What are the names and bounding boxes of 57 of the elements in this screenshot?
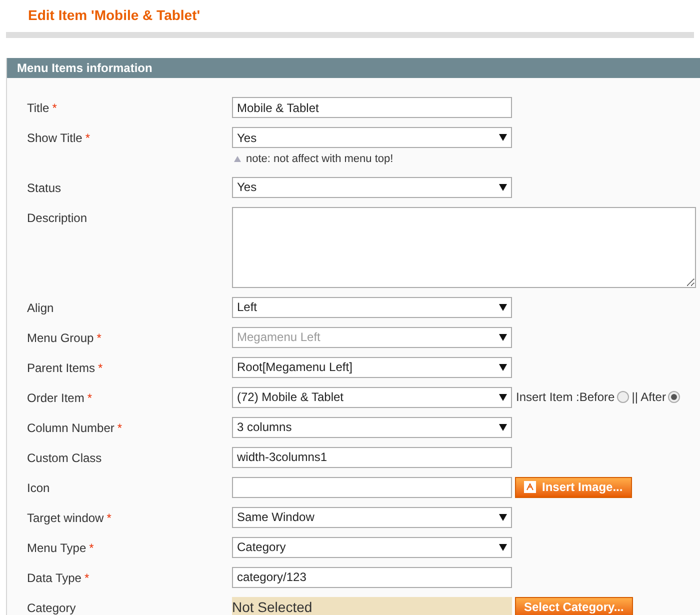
field-label: Column Number [27, 420, 114, 436]
text-field[interactable]: category/123 [232, 566, 512, 588]
field-label: Custom Class [27, 450, 102, 466]
caret-icon [499, 364, 507, 370]
radio-button[interactable] [616, 391, 629, 403]
caret-icon [499, 394, 507, 400]
description-textarea[interactable] [232, 206, 696, 288]
text-field[interactable] [232, 476, 512, 498]
text-field[interactable]: width-3columns1 [232, 446, 512, 468]
required-mark: * [85, 130, 90, 147]
caret-icon [499, 184, 507, 190]
caret-icon [499, 514, 507, 520]
caret-icon [499, 134, 507, 141]
select-field[interactable]: (72) Mobile & Tablet [232, 386, 512, 408]
select-field[interactable]: Yes [232, 127, 512, 148]
caret-icon [499, 334, 507, 340]
required-mark: * [98, 360, 103, 376]
radio-label: Before [579, 389, 615, 406]
field-label: Data Type [27, 570, 82, 586]
text-field[interactable]: Mobile & Tablet [232, 97, 512, 118]
required-mark: * [52, 100, 57, 117]
category-value: Not Selected [232, 596, 512, 615]
field-label: Description [27, 210, 88, 226]
required-mark: * [117, 420, 122, 436]
required-mark: * [106, 510, 112, 526]
required-mark: * [84, 570, 90, 586]
field-label: Title [27, 100, 50, 117]
radio-label: || After [632, 389, 666, 406]
select-field[interactable]: Same Window [232, 506, 512, 528]
field-label: Icon [27, 480, 50, 496]
triangle-icon [234, 156, 241, 162]
required-mark: * [89, 540, 94, 556]
radio-button[interactable] [668, 391, 680, 403]
select-field[interactable]: 3 columns [232, 416, 512, 438]
field-note: note: not affect with menu top! [246, 152, 394, 167]
section-header: Menu Items information [7, 58, 700, 78]
select-field[interactable]: Left [232, 296, 512, 318]
field-label: Menu Group [27, 330, 94, 346]
caret-icon [499, 544, 507, 550]
caret-icon [499, 424, 507, 430]
select-field[interactable]: Category [232, 536, 512, 558]
required-mark: * [96, 330, 102, 346]
field-label: Target window [27, 510, 104, 526]
insert-item-label: Insert Item : [516, 389, 580, 406]
select-field[interactable]: Root[Megamenu Left] [232, 356, 512, 378]
field-label: Menu Type [27, 540, 86, 556]
caret-icon [499, 304, 507, 310]
select-field[interactable]: Yes [232, 176, 512, 198]
field-label: Align [27, 300, 54, 316]
field-label: Status [27, 180, 62, 196]
page-title: Edit Item 'Mobile & Tablet' [28, 6, 202, 25]
field-label: Category [27, 600, 76, 615]
field-label: Parent Items [27, 360, 96, 376]
image-icon [524, 481, 536, 493]
field-label: Show Title [27, 130, 82, 147]
required-mark: * [87, 390, 92, 406]
field-label: Order Item [27, 390, 84, 406]
